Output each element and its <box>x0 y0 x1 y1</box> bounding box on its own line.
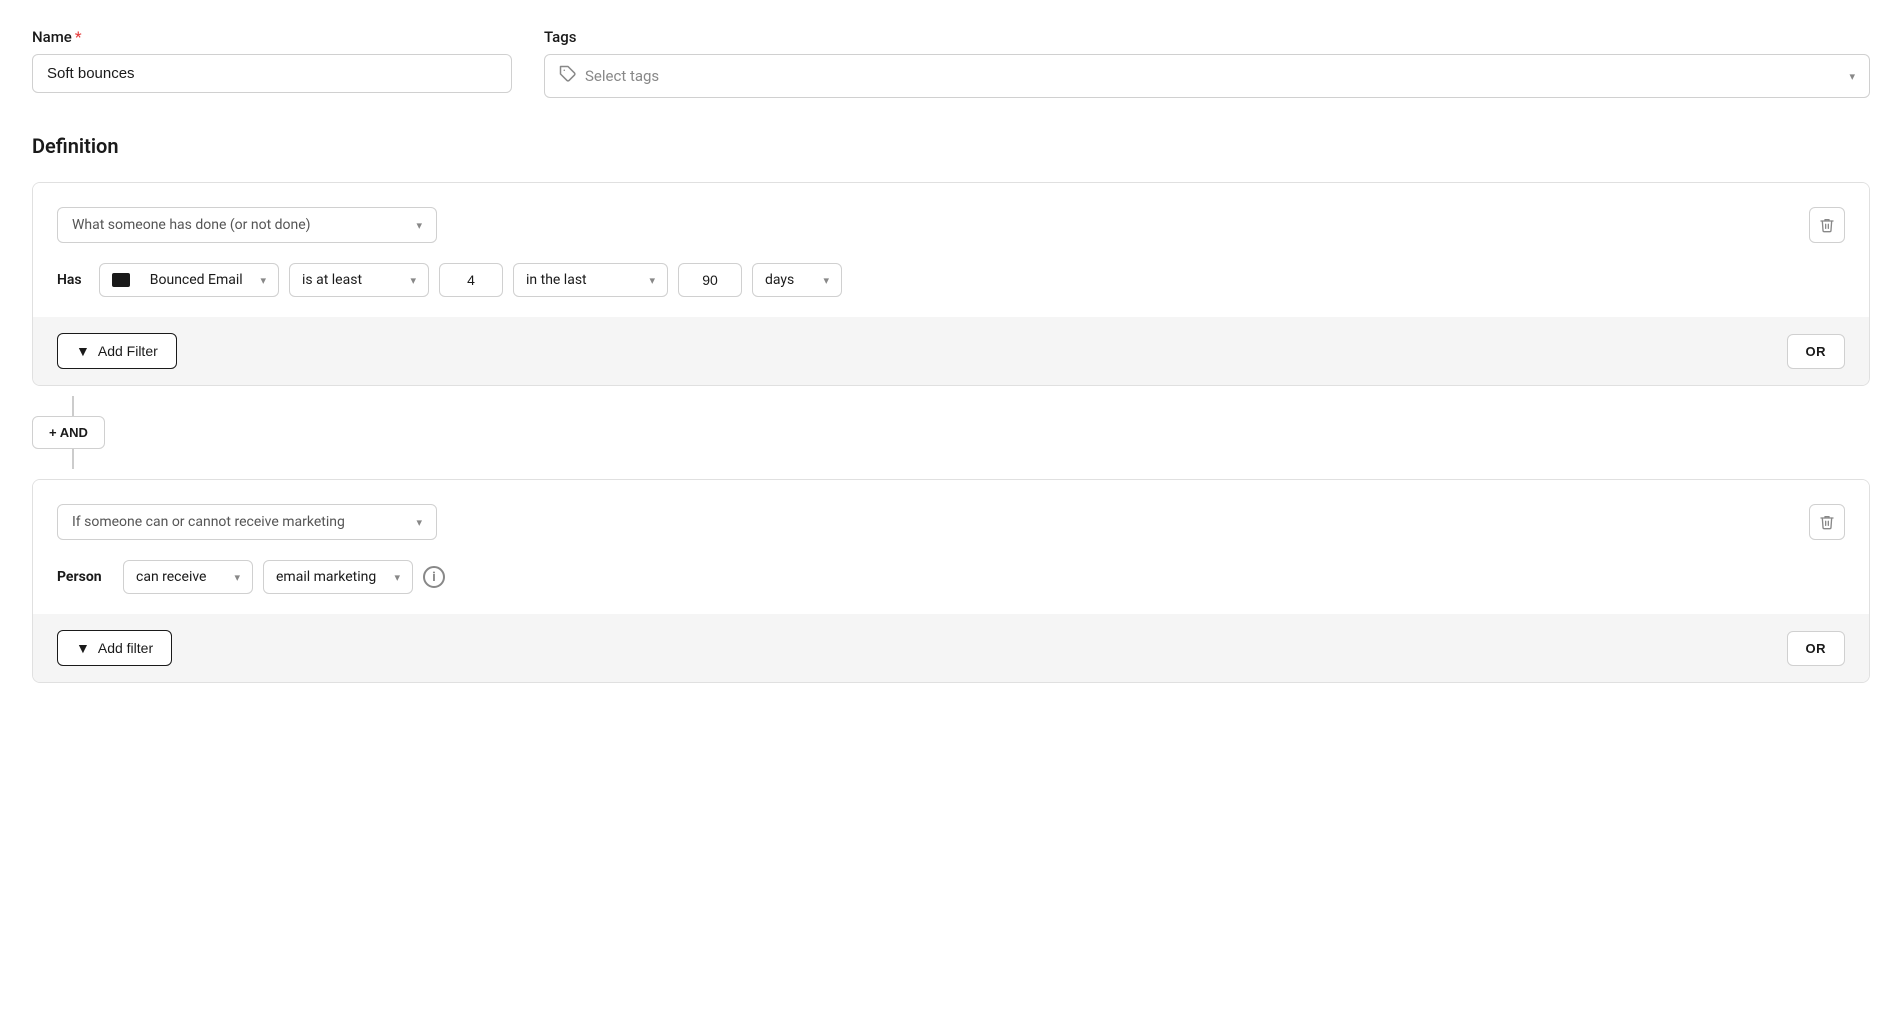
email-marketing-dropdown[interactable]: email marketing ▾ <box>263 560 413 594</box>
tags-placeholder: Select tags <box>585 67 659 85</box>
info-icon[interactable]: i <box>423 566 445 588</box>
in-the-last-chevron: ▾ <box>649 274 655 287</box>
condition-type-label-1: What someone has done (or not done) <box>72 217 311 233</box>
name-label: Name* <box>32 28 512 46</box>
bounced-email-icon <box>112 273 130 287</box>
add-filter-1-button[interactable]: ▼ Add Filter <box>57 333 177 369</box>
bounced-email-chevron: ▾ <box>260 274 266 287</box>
can-receive-label: can receive <box>136 569 206 585</box>
delete-condition-1-button[interactable] <box>1809 207 1845 243</box>
and-section: + AND <box>32 386 1870 479</box>
has-label: Has <box>57 272 89 288</box>
or-2-button[interactable]: OR <box>1787 631 1846 666</box>
is-at-least-chevron: ▾ <box>410 274 416 287</box>
tag-icon <box>559 65 577 87</box>
add-filter-2-icon: ▼ <box>76 640 90 656</box>
required-indicator: * <box>75 28 82 46</box>
in-the-last-label: in the last <box>526 272 587 288</box>
condition-type-select-1[interactable]: What someone has done (or not done) ▾ <box>57 207 437 243</box>
can-receive-chevron: ▾ <box>234 571 240 584</box>
tags-select[interactable]: Select tags ▾ <box>544 54 1870 98</box>
condition-type-chevron-2: ▾ <box>416 516 422 529</box>
or-1-button[interactable]: OR <box>1787 334 1846 369</box>
tags-chevron-icon: ▾ <box>1849 70 1855 83</box>
in-the-last-dropdown[interactable]: in the last ▾ <box>513 263 668 297</box>
condition-block-1: What someone has done (or not done) ▾ Ha… <box>32 182 1870 386</box>
add-filter-2-label: Add filter <box>98 640 153 656</box>
and-button[interactable]: + AND <box>32 416 105 449</box>
add-filter-icon: ▼ <box>76 343 90 359</box>
definition-title: Definition <box>32 134 1870 158</box>
condition-type-select-2[interactable]: If someone can or cannot receive marketi… <box>57 504 437 540</box>
email-marketing-chevron: ▾ <box>394 571 400 584</box>
days-chevron: ▾ <box>823 274 829 287</box>
can-receive-dropdown[interactable]: can receive ▾ <box>123 560 253 594</box>
is-at-least-dropdown[interactable]: is at least ▾ <box>289 263 429 297</box>
days-number-input[interactable] <box>678 263 742 297</box>
count-input[interactable] <box>439 263 503 297</box>
condition-block-2: If someone can or cannot receive marketi… <box>32 479 1870 683</box>
bounced-email-dropdown[interactable]: Bounced Email ▾ <box>99 263 279 297</box>
condition-type-chevron-1: ▾ <box>416 219 422 232</box>
add-filter-2-button[interactable]: ▼ Add filter <box>57 630 172 666</box>
delete-condition-2-button[interactable] <box>1809 504 1845 540</box>
days-dropdown[interactable]: days ▾ <box>752 263 842 297</box>
days-label: days <box>765 272 794 288</box>
is-at-least-label: is at least <box>302 272 362 288</box>
email-marketing-label: email marketing <box>276 569 376 585</box>
name-input[interactable] <box>32 54 512 93</box>
add-filter-1-label: Add Filter <box>98 343 158 359</box>
condition-type-label-2: If someone can or cannot receive marketi… <box>72 514 345 530</box>
person-label: Person <box>57 569 113 585</box>
tags-label: Tags <box>544 28 1870 46</box>
bounced-email-label: Bounced Email <box>150 272 243 288</box>
